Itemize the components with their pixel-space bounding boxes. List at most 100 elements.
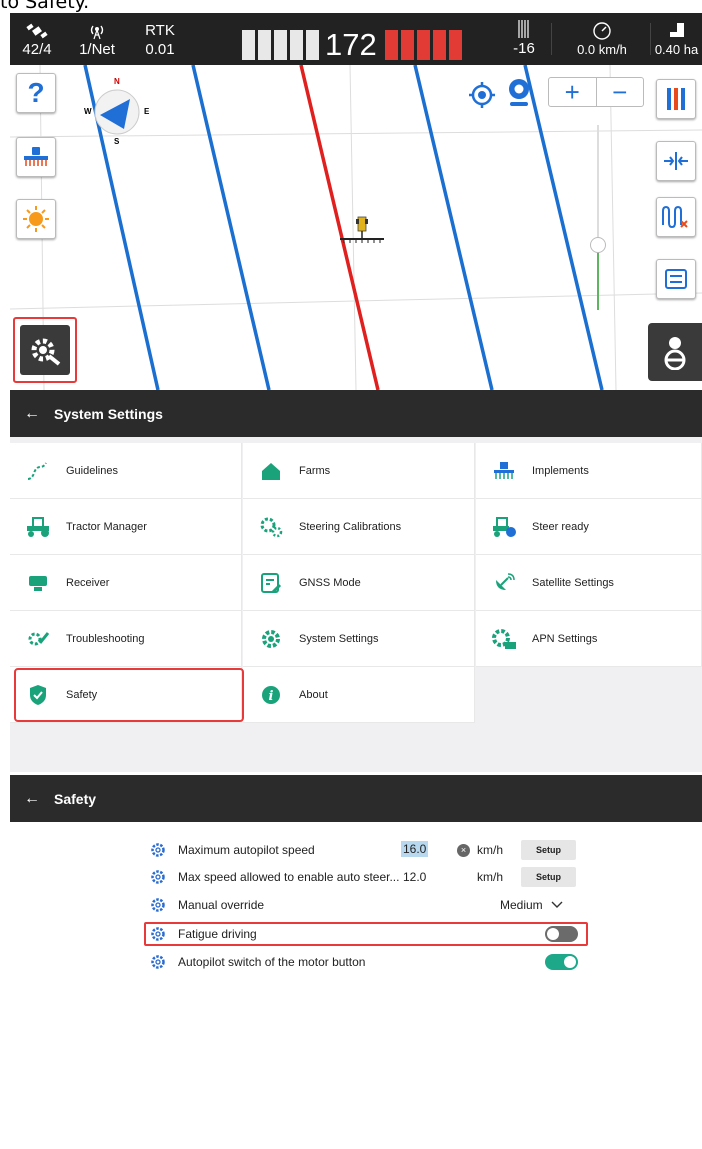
settings-item-label: APN Settings: [532, 632, 598, 645]
troubleshooting-icon: [28, 631, 50, 645]
settings-item-label: Troubleshooting: [66, 632, 145, 645]
fatigue-driving-highlight: [144, 922, 588, 946]
settings-item-steering-calibrations[interactable]: Steering Calibrations: [243, 499, 475, 555]
gear-icon: [151, 898, 165, 912]
settings-item-gnss-mode[interactable]: GNSS Mode: [243, 555, 475, 611]
lightbar-segment-left: [242, 30, 255, 60]
zoom-slider[interactable]: [590, 237, 606, 253]
settings-item-troubleshooting[interactable]: Troubleshooting: [10, 611, 242, 667]
network-value: 1/Net: [79, 41, 115, 58]
satellites-indicator[interactable]: 42/4: [10, 13, 64, 65]
farm-icon: [262, 462, 280, 480]
cross-track-value: 172: [325, 27, 377, 62]
setup-button[interactable]: Setup: [521, 840, 576, 860]
settings-button[interactable]: [13, 317, 77, 383]
settings-item-guidelines[interactable]: Guidelines: [10, 443, 242, 499]
help-button[interactable]: ?: [16, 73, 56, 113]
settings-item-label: GNSS Mode: [299, 576, 361, 589]
speed-value[interactable]: 12.0: [403, 870, 426, 884]
autopilot-switch-toggle[interactable]: [545, 954, 578, 970]
setting-label: Max speed allowed to enable auto steer..…: [178, 870, 400, 884]
zoom-control: + −: [548, 77, 644, 107]
rtk-value: 0.01: [145, 41, 175, 58]
speed-indicator[interactable]: 0.0 km/h: [554, 13, 650, 65]
swap-line-button[interactable]: [656, 259, 696, 299]
zoom-in-button[interactable]: +: [549, 78, 596, 106]
guideline-count-icon: [516, 20, 532, 40]
autosteer-button[interactable]: [648, 323, 702, 381]
settings-item-receiver[interactable]: Receiver: [10, 555, 242, 611]
settings-item-apn-settings[interactable]: APN Settings: [476, 611, 702, 667]
map-view[interactable]: ? N E S W + −: [10, 65, 702, 390]
offset-value: -16: [513, 40, 535, 57]
area-value: 0.40 ha: [654, 42, 699, 57]
implement-button[interactable]: [16, 137, 56, 177]
sliders-icon: [667, 88, 685, 110]
lightbar-segment-left: [258, 30, 271, 60]
rtk-label: RTK: [145, 22, 175, 39]
clear-input-icon[interactable]: ×: [457, 843, 470, 857]
lightbar-segment-right: [400, 30, 414, 60]
safety-highlight: [14, 668, 244, 722]
caption-text: to Safety.: [0, 0, 90, 13]
gnss-mode-icon: [261, 572, 282, 593]
settings-item-steer-ready[interactable]: Steer ready: [476, 499, 702, 555]
network-indicator[interactable]: 1/Net: [64, 13, 130, 65]
settings-item-label: Tractor Manager: [66, 520, 147, 533]
lightbar: 172: [242, 27, 494, 63]
lightbar-segment-left: [306, 30, 319, 60]
camera-button[interactable]: [504, 77, 534, 109]
receiver-icon: [29, 575, 47, 591]
day-night-button[interactable]: [16, 199, 56, 239]
lightbar-segment-left: [274, 30, 287, 60]
locate-icon: [469, 82, 495, 108]
speedometer-icon: [592, 22, 612, 42]
manual-override-dropdown[interactable]: Medium: [500, 898, 563, 912]
satellites-value: 42/4: [22, 41, 52, 58]
settings-item-system-settings[interactable]: System Settings: [243, 611, 475, 667]
setting-label: Maximum autopilot speed: [178, 843, 315, 857]
setup-button[interactable]: Setup: [521, 867, 576, 887]
shift-line-button[interactable]: [656, 141, 696, 181]
settings-item-label: System Settings: [299, 632, 379, 645]
shift-icon: [664, 152, 688, 170]
implement-icon: [24, 147, 48, 166]
unit-label: km/h: [477, 843, 504, 857]
locate-button[interactable]: [468, 81, 496, 109]
settings-item-about[interactable]: i About: [243, 667, 475, 723]
unit-label: km/h: [477, 870, 504, 884]
compass: N E S W: [84, 77, 150, 146]
settings-item-label: Steering Calibrations: [299, 520, 402, 533]
system-settings-header: ← System Settings: [10, 390, 702, 437]
settings-item-label: Implements: [532, 464, 589, 477]
gear-icon: [262, 629, 280, 648]
gear-icon: [151, 843, 165, 857]
speed-input[interactable]: 16.0: [401, 841, 429, 857]
headland-turn-button[interactable]: [656, 197, 696, 237]
settings-item-tractor-manager[interactable]: Tractor Manager: [10, 499, 242, 555]
setting-row-max-speed-enable: Max speed allowed to enable auto steer..…: [145, 863, 582, 891]
zoom-out-button[interactable]: −: [595, 78, 644, 106]
offset-indicator[interactable]: -16: [498, 13, 550, 65]
lightbar-segment-right: [384, 30, 398, 60]
lightbar-segment-right: [432, 30, 446, 60]
tractor-icon: [27, 516, 49, 537]
satellite-icon: [26, 21, 48, 41]
dropdown-value: Medium: [500, 898, 543, 912]
compass-n-label: N: [114, 77, 120, 86]
settings-item-farms[interactable]: Farms: [243, 443, 475, 499]
compass-w-label: W: [84, 107, 92, 116]
area-indicator[interactable]: 0.40 ha: [651, 13, 702, 65]
sun-icon: [23, 206, 49, 232]
settings-item-label: Satellite Settings: [532, 576, 614, 589]
tractor-marker: [340, 215, 384, 254]
back-button[interactable]: ←: [10, 790, 54, 808]
speed-value: 0.0 km/h: [577, 42, 627, 57]
lightbar-segment-left: [290, 30, 303, 60]
settings-item-implements[interactable]: Implements: [476, 443, 702, 499]
settings-item-satellite-settings[interactable]: Satellite Settings: [476, 555, 702, 611]
rtk-indicator[interactable]: RTK 0.01: [130, 13, 190, 65]
swap-icon: [665, 269, 687, 289]
layers-button[interactable]: [656, 79, 696, 119]
back-button[interactable]: ←: [10, 405, 54, 423]
